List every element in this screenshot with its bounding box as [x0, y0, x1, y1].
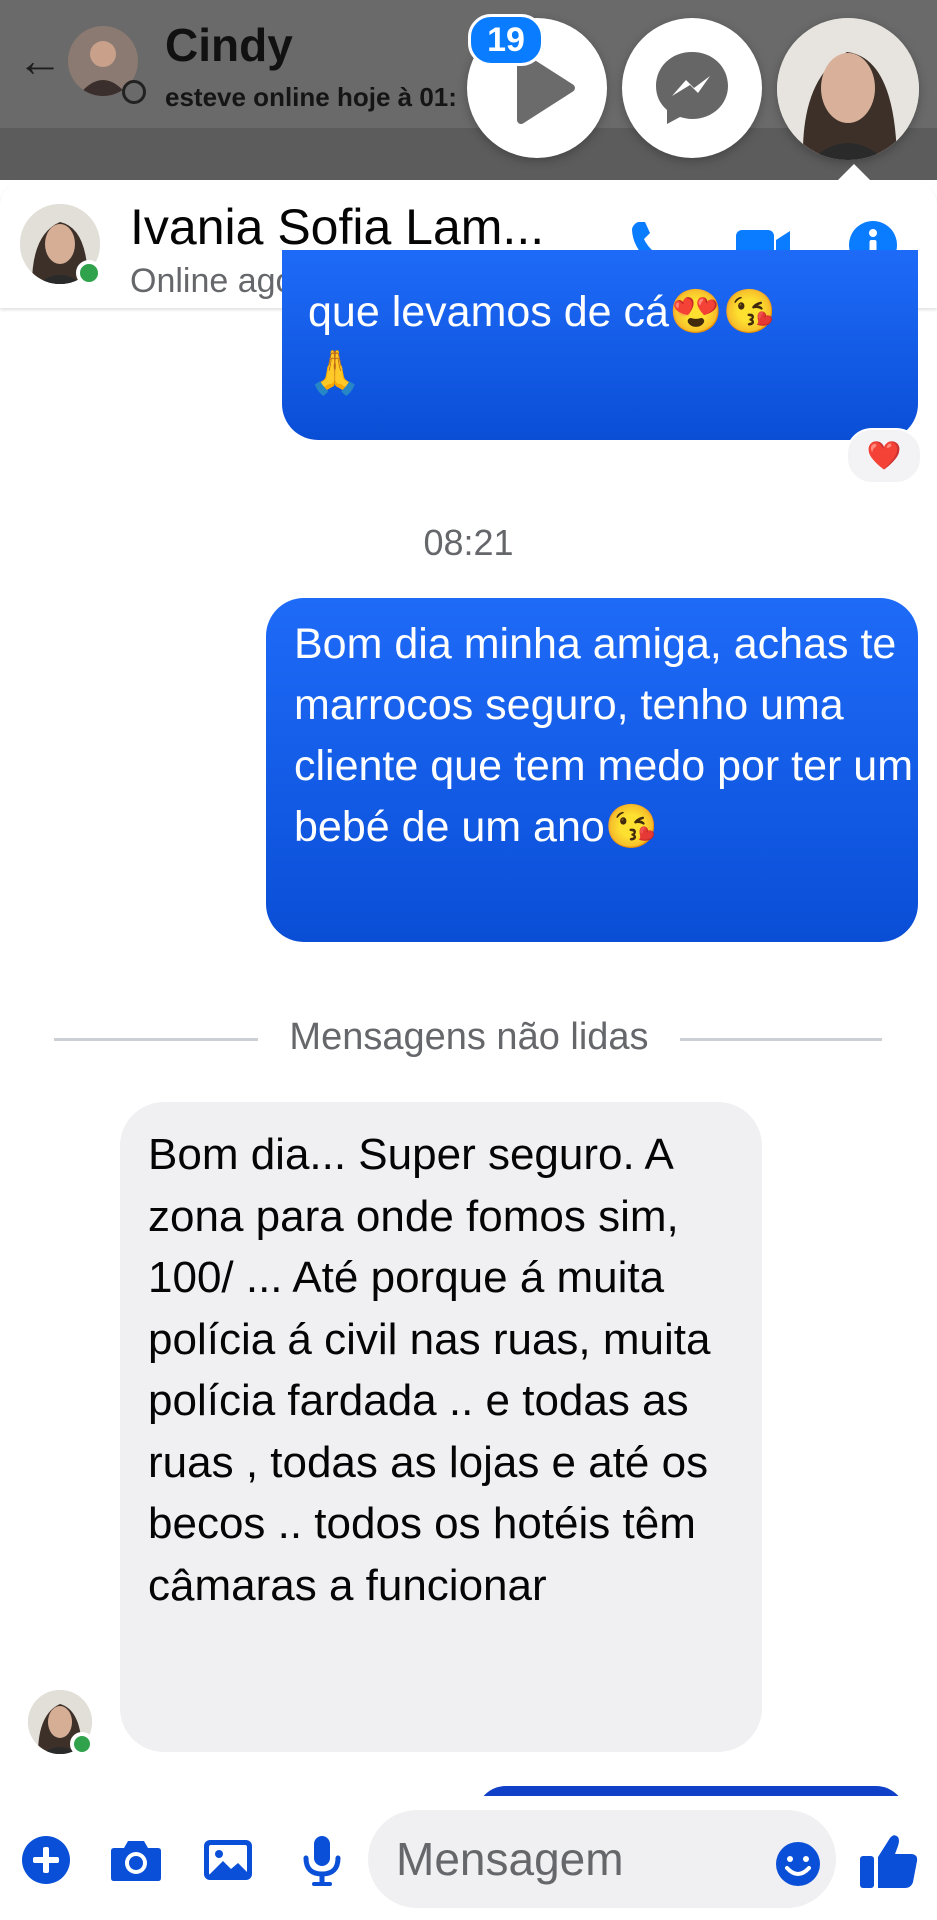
divider-line [680, 1038, 882, 1041]
message-timestamp: 08:21 [423, 522, 514, 563]
online-indicator [70, 1732, 94, 1756]
message-text: Bom dia minha amiga, achas te marrocos s… [294, 620, 914, 851]
message-text: Bom dia... Super seguro. A zona para ond… [148, 1130, 711, 1610]
incoming-message[interactable]: Bom dia... Super seguro. A zona para ond… [120, 1102, 762, 1752]
contact-chat-head-avatar[interactable] [777, 18, 919, 160]
heart-icon[interactable]: ❤️ [846, 428, 922, 484]
unread-count-badge: 19 [468, 14, 544, 66]
recent-activity-icon [122, 80, 146, 104]
divider-line [54, 1038, 258, 1041]
outgoing-message[interactable]: que levamos de cá😍😘 🙏 [282, 250, 918, 440]
messenger-icon [656, 52, 728, 124]
gallery-icon[interactable] [198, 1830, 258, 1890]
background-contact-name: Cindy [165, 19, 293, 71]
background-contact-status: esteve online hoje à 01: [165, 82, 457, 112]
outgoing-message[interactable]: Bom dia minha amiga, achas te marrocos s… [266, 598, 918, 942]
thumbs-up-icon[interactable] [854, 1826, 924, 1896]
message-text: que levamos de cá😍😘 🙏 [308, 288, 777, 397]
emoji-icon[interactable] [770, 1836, 826, 1892]
microphone-icon[interactable] [292, 1830, 352, 1890]
play-icon [517, 52, 575, 124]
messenger-chat-head[interactable] [622, 18, 762, 158]
back-arrow-icon[interactable]: ← [14, 34, 66, 86]
camera-icon[interactable] [106, 1830, 166, 1890]
plus-icon[interactable] [16, 1830, 76, 1890]
message-input[interactable] [368, 1810, 836, 1908]
unread-messages-divider: Mensagens não lidas [289, 1016, 649, 1058]
contact-name[interactable]: Ivania Sofia Lam... [130, 198, 585, 256]
online-indicator [76, 260, 102, 286]
